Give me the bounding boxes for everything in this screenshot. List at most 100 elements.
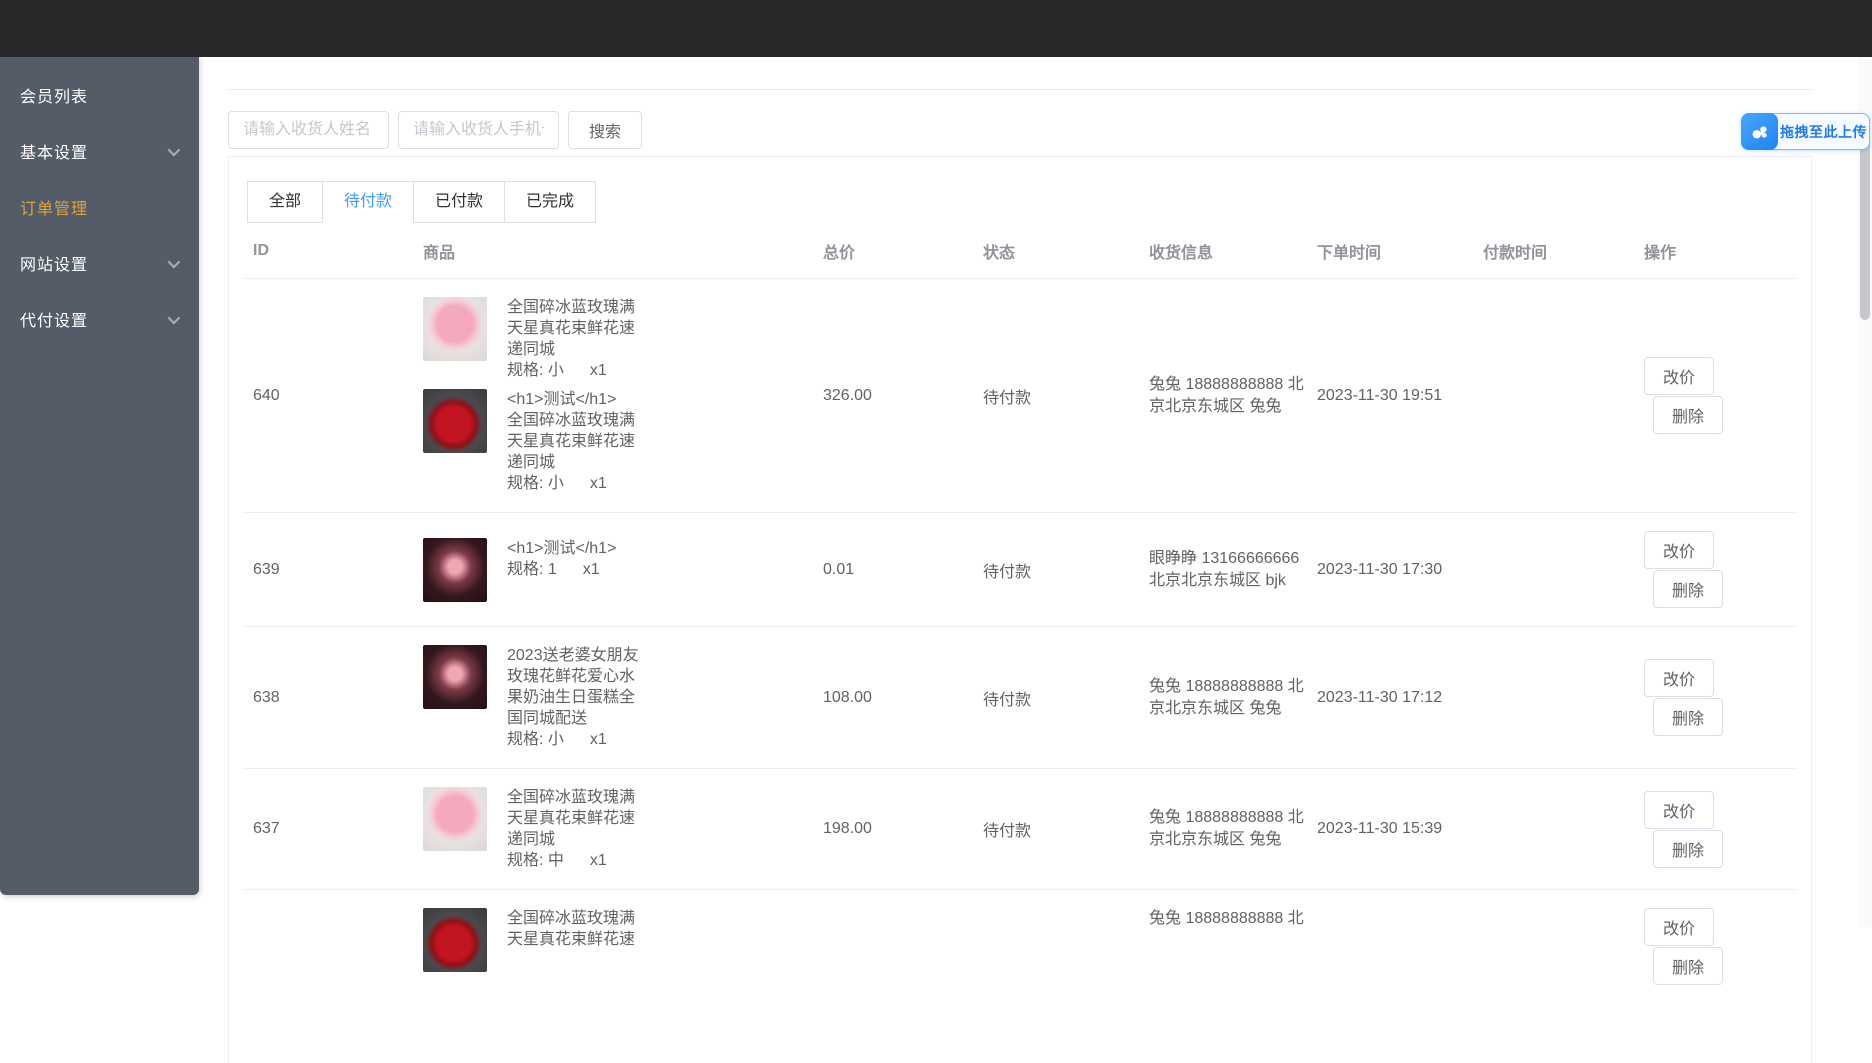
column-header: 总价 xyxy=(823,244,856,262)
tab-2[interactable]: 待付款 xyxy=(322,181,415,223)
actions: 改价 删除 xyxy=(1644,790,1797,868)
edit-price-button[interactable]: 改价 xyxy=(1644,790,1714,829)
upload-badge-label: 拖拽至此上传 xyxy=(1780,123,1867,140)
spec-label: 规格: 小 xyxy=(507,475,564,492)
sidebar-item-label: 基本设置 xyxy=(20,145,89,162)
spec-qty: x1 xyxy=(589,852,607,869)
top-bar xyxy=(0,0,1872,57)
tab-3[interactable]: 已付款 xyxy=(413,181,506,223)
product-info: 全国碎冰蓝玫瑰满天星真花束鲜花速递同城 规格: 小 x1 xyxy=(507,297,639,381)
actions: 改价 删除 xyxy=(1644,531,1797,608)
edit-price-button[interactable]: 改价 xyxy=(1644,908,1714,946)
chevron-down-icon xyxy=(167,255,181,268)
product-image xyxy=(423,645,487,709)
sidebar-item-5[interactable]: 代付设置 xyxy=(0,291,199,347)
product-title: 全国碎冰蓝玫瑰满天星真花束鲜花速递同城 xyxy=(507,789,636,848)
order-id: 638 xyxy=(253,688,280,706)
sidebar-item-2[interactable]: 基本设置 xyxy=(0,123,199,179)
chevron-down-icon xyxy=(167,311,181,324)
product-item: <h1>测试</h1> 全国碎冰蓝玫瑰满天星真花束鲜花速递同城规格: 小 x1 xyxy=(423,389,813,494)
column-header: ID xyxy=(253,241,269,259)
spec-qty: x1 xyxy=(589,362,607,379)
product-cell: 全国碎冰蓝玫瑰满天星真花束鲜花速递同城 规格: 小 x1 <h1>测试</h1> 全国… xyxy=(413,297,813,494)
edit-price-button[interactable]: 改价 xyxy=(1644,357,1714,395)
drag-upload-badge[interactable]: 拖拽至此上传 xyxy=(1741,113,1870,150)
search-button[interactable]: 搜索 xyxy=(568,111,643,149)
sidebar-item-4[interactable]: 网站设置 xyxy=(0,235,199,291)
actions-cell: 改价 删除 xyxy=(1634,908,1797,985)
order-time: 2023-11-30 17:30 xyxy=(1317,560,1443,578)
product-title: 2023送老婆女朋友玫瑰花鲜花爱心水果奶油生日蛋糕全国同城配送 xyxy=(507,647,639,727)
recipient-cell: 眼睁睁 13166666666 北京北京东城区 bjk xyxy=(1139,548,1307,592)
column-header: 状态 xyxy=(983,244,1016,262)
sidebar: 会员列表基本设置订单管理网站设置代付设置 xyxy=(0,57,199,895)
product-image xyxy=(423,389,487,453)
table-row: 638 2023送老婆女朋友玫瑰花鲜花爱心水果奶油生日蛋糕全国同城配送 规格: 小 x… xyxy=(243,627,1797,769)
product-image xyxy=(423,908,487,972)
product-title: <h1>测试</h1> 全国碎冰蓝玫瑰满天星真花束鲜花速递同城 xyxy=(507,391,636,471)
product-image xyxy=(423,787,487,851)
chevron-down-icon xyxy=(167,143,181,156)
actions: 改价 删除 xyxy=(1644,357,1797,434)
product-info: <h1>测试</h1> 全国碎冰蓝玫瑰满天星真花束鲜花速递同城规格: 小 x1 xyxy=(507,389,639,494)
sidebar-item-label: 网站设置 xyxy=(20,257,89,274)
content-panel: 搜索 全部待付款已付款已完成 ID商品总价状态收货信息下单时间付款时间操作 64… xyxy=(228,89,1812,1063)
order-time: 2023-11-30 17:12 xyxy=(1317,688,1443,706)
column-header: 操作 xyxy=(1644,244,1677,262)
delete-button[interactable]: 删除 xyxy=(1653,947,1723,985)
recipient-name-input[interactable] xyxy=(228,111,389,149)
product-item: 全国碎冰蓝玫瑰满天星真花束鲜花速递同城 规格: 小 x1 xyxy=(423,297,813,381)
order-time: 2023-11-30 19:51 xyxy=(1317,386,1443,404)
column-header: 下单时间 xyxy=(1317,244,1382,262)
recipient-info: 兔兔 18888888888 北京北京东城区 兔兔 xyxy=(1149,809,1304,848)
delete-button[interactable]: 删除 xyxy=(1653,570,1723,608)
product-spec: 规格: 小 x1 xyxy=(507,360,639,381)
actions: 改价 删除 xyxy=(1644,659,1797,736)
orders-table: ID 商品 总价 状态 收货信息 下单时间 付款时间 操作 640 全国碎冰蓝玫瑰满天星真花束鲜… xyxy=(243,223,1797,1003)
netdisk-cloud-icon xyxy=(1741,113,1778,150)
product-item: 2023送老婆女朋友玫瑰花鲜花爱心水果奶油生日蛋糕全国同城配送 规格: 小 x1 xyxy=(423,645,813,750)
search-bar: 搜索 xyxy=(228,111,1812,149)
product-spec: 规格: 小 x1 xyxy=(507,473,639,494)
table-row: 637 全国碎冰蓝玫瑰满天星真花束鲜花速递同城 规格: 中 x1 198.00 待付款 兔兔… xyxy=(243,769,1797,890)
spec-label: 规格: 小 xyxy=(507,731,564,748)
table-row: 全国碎冰蓝玫瑰满天星真花束鲜花速 兔兔 18888888888 北改价 删除 xyxy=(243,890,1797,1003)
recipient-info: 兔兔 18888888888 北京北京东城区 兔兔 xyxy=(1149,375,1304,415)
product-info: 全国碎冰蓝玫瑰满天星真花束鲜花速 xyxy=(507,908,639,972)
recipient-cell: 兔兔 18888888888 北京北京东城区 兔兔 xyxy=(1139,807,1307,851)
main-content: 搜索 全部待付款已付款已完成 ID商品总价状态收货信息下单时间付款时间操作 64… xyxy=(199,57,1872,1063)
recipient-info: 眼睁睁 13166666666 北京北京东城区 bjk xyxy=(1149,549,1300,589)
sidebar-item-label: 代付设置 xyxy=(20,313,89,330)
product-spec: 规格: 小 x1 xyxy=(507,729,639,750)
product-title: 全国碎冰蓝玫瑰满天星真花束鲜花速 xyxy=(507,910,636,948)
order-time: 2023-11-30 15:39 xyxy=(1317,820,1443,837)
tab-4[interactable]: 已完成 xyxy=(504,181,597,223)
sidebar-item-1[interactable]: 会员列表 xyxy=(0,67,199,123)
recipient-phone-input[interactable] xyxy=(398,111,559,149)
recipient-cell: 兔兔 18888888888 北京北京东城区 兔兔 xyxy=(1139,374,1307,418)
edit-price-button[interactable]: 改价 xyxy=(1644,659,1714,697)
sidebar-item-label: 会员列表 xyxy=(20,89,89,106)
product-title: <h1>测试</h1> xyxy=(507,539,617,557)
table-row: 639 <h1>测试</h1> 规格: 1 x1 0.01 待付款 眼睁睁 13166666… xyxy=(243,513,1797,627)
delete-button[interactable]: 删除 xyxy=(1653,829,1723,868)
spec-qty: x1 xyxy=(589,475,607,492)
actions-cell: 改价 删除 xyxy=(1634,531,1797,608)
table-body: 640 全国碎冰蓝玫瑰满天星真花束鲜花速递同城 规格: 小 x1 <h1>测试</h1>… xyxy=(243,279,1797,1003)
product-info: <h1>测试</h1> 规格: 1 x1 xyxy=(507,538,639,602)
delete-button[interactable]: 删除 xyxy=(1653,396,1723,434)
delete-button[interactable]: 删除 xyxy=(1653,698,1723,736)
status-tabs: 全部 待付款 已付款 已完成 xyxy=(247,181,597,223)
table-header-row: ID 商品 总价 状态 收货信息 下单时间 付款时间 操作 xyxy=(243,223,1797,279)
column-header: 收货信息 xyxy=(1149,244,1214,262)
product-cell: 全国碎冰蓝玫瑰满天星真花束鲜花速 xyxy=(413,908,813,972)
table-row: 640 全国碎冰蓝玫瑰满天星真花束鲜花速递同城 规格: 小 x1 <h1>测试</h1>… xyxy=(243,279,1797,513)
tab-1[interactable]: 全部 xyxy=(247,181,324,223)
vertical-scrollbar[interactable] xyxy=(1858,57,1872,927)
edit-price-button[interactable]: 改价 xyxy=(1644,531,1714,569)
order-status: 待付款 xyxy=(983,563,1032,581)
column-header: 商品 xyxy=(423,244,456,262)
order-total: 326.00 xyxy=(823,386,872,404)
actions: 改价 删除 xyxy=(1644,908,1797,985)
sidebar-item-3[interactable]: 订单管理 xyxy=(0,179,199,235)
